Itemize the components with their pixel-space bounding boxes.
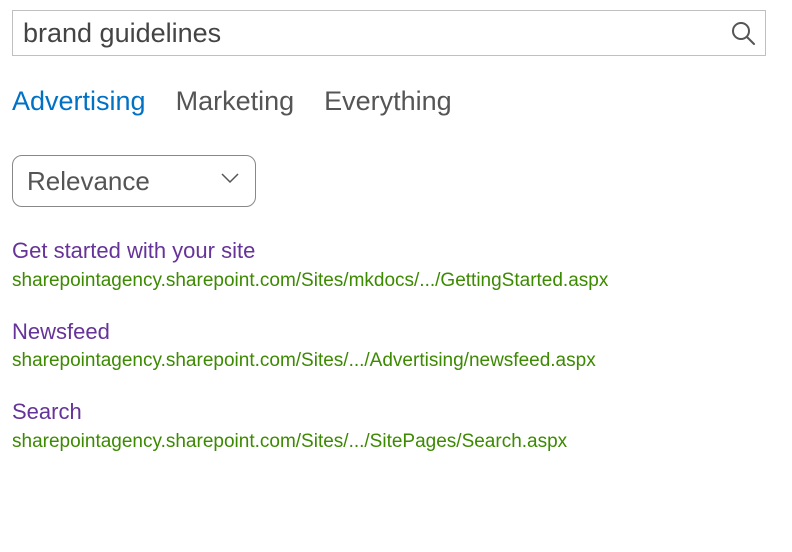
result-url: sharepointagency.sharepoint.com/Sites/..… bbox=[12, 431, 780, 453]
search-results-page: Advertising Marketing Everything Relevan… bbox=[0, 0, 792, 489]
scope-tabs: Advertising Marketing Everything bbox=[12, 86, 780, 117]
result-item: Get started with your site sharepointage… bbox=[12, 237, 780, 292]
sort-selected-label: Relevance bbox=[27, 166, 150, 197]
result-title[interactable]: Get started with your site bbox=[12, 237, 780, 266]
tab-marketing[interactable]: Marketing bbox=[176, 86, 295, 117]
search-box bbox=[12, 10, 766, 56]
result-url: sharepointagency.sharepoint.com/Sites/..… bbox=[12, 350, 780, 372]
sort-dropdown[interactable]: Relevance bbox=[12, 155, 256, 207]
chevron-down-icon bbox=[221, 172, 239, 190]
result-item: Newsfeed sharepointagency.sharepoint.com… bbox=[12, 318, 780, 373]
result-item: Search sharepointagency.sharepoint.com/S… bbox=[12, 398, 780, 453]
search-icon[interactable] bbox=[729, 19, 757, 47]
search-input[interactable] bbox=[23, 18, 729, 49]
tab-everything[interactable]: Everything bbox=[324, 86, 452, 117]
result-title[interactable]: Newsfeed bbox=[12, 318, 780, 347]
result-title[interactable]: Search bbox=[12, 398, 780, 427]
result-url: sharepointagency.sharepoint.com/Sites/mk… bbox=[12, 270, 780, 292]
results-list: Get started with your site sharepointage… bbox=[12, 237, 780, 453]
tab-advertising[interactable]: Advertising bbox=[12, 86, 146, 117]
